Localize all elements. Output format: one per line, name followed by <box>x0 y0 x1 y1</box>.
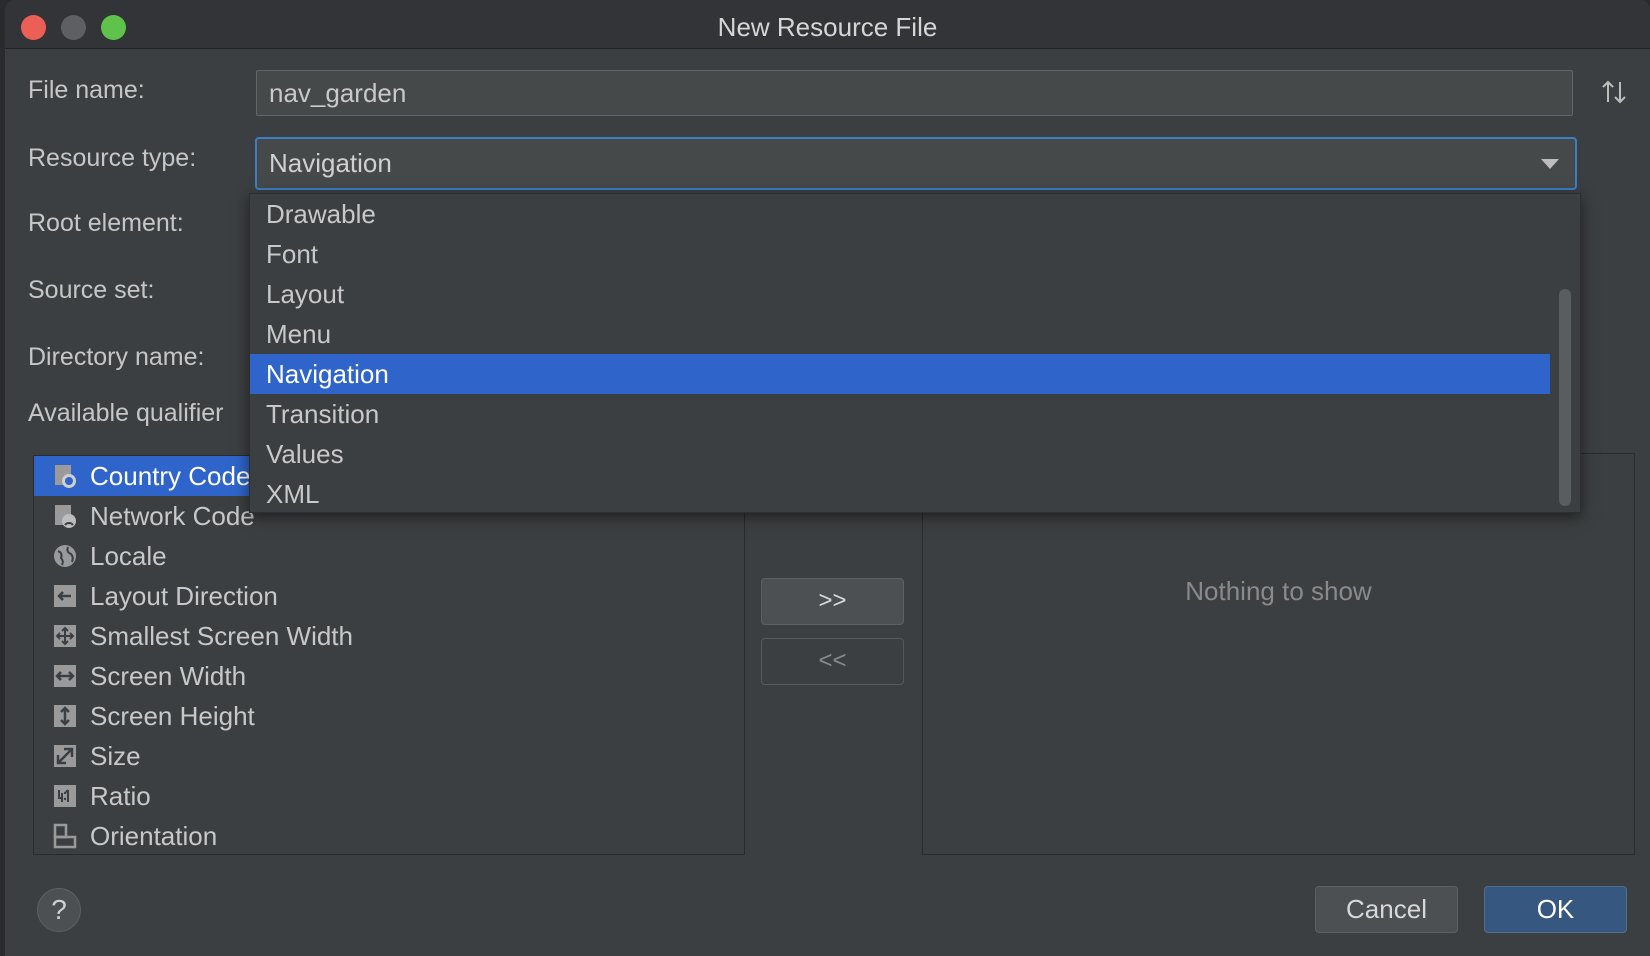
file-name-label: File name: <box>28 76 145 104</box>
dropdown-option[interactable]: Menu <box>250 314 1550 354</box>
globe-icon <box>54 545 76 567</box>
ratio-icon <box>54 785 76 807</box>
available-qualifiers-list[interactable]: Country Code Network Code Locale Layout … <box>33 455 745 855</box>
size-icon <box>54 745 76 767</box>
dropdown-option[interactable]: Layout <box>250 274 1550 314</box>
network-code-icon <box>55 505 76 528</box>
resource-type-dropdown-list[interactable]: Drawable Font Layout Menu Navigation Tra… <box>249 193 1581 513</box>
root-element-label: Root element: <box>28 209 184 237</box>
dropdown-option[interactable]: Font <box>250 234 1550 274</box>
empty-state-text: Nothing to show <box>1185 576 1372 606</box>
list-item[interactable]: Screen Width <box>34 656 744 696</box>
title-bar: New Resource File <box>5 0 1650 49</box>
resource-type-combobox[interactable]: Navigation <box>255 137 1577 190</box>
list-item[interactable]: Locale <box>34 536 744 576</box>
list-item[interactable]: Screen Height <box>34 696 744 736</box>
resource-type-value: Navigation <box>269 148 392 178</box>
orientation-icon <box>53 823 77 849</box>
source-set-label: Source set: <box>28 276 155 304</box>
dropdown-option[interactable]: Drawable <box>250 194 1550 234</box>
dropdown-scrollbar[interactable] <box>1559 289 1571 506</box>
dropdown-option-selected[interactable]: Navigation <box>250 354 1550 394</box>
resource-type-label: Resource type: <box>28 144 197 172</box>
list-item[interactable]: Layout Direction <box>34 576 744 616</box>
add-qualifier-button[interactable]: >> <box>761 578 904 625</box>
screen-height-icon <box>54 705 76 727</box>
list-item[interactable]: Size <box>34 736 744 776</box>
list-item[interactable]: Ratio <box>34 776 744 816</box>
country-code-icon <box>55 465 76 488</box>
dropdown-option[interactable]: Transition <box>250 394 1550 434</box>
sort-icon[interactable] <box>1600 78 1628 106</box>
directory-name-label: Directory name: <box>28 343 205 371</box>
list-item[interactable]: Smallest Screen Width <box>34 616 744 656</box>
list-item[interactable]: Orientation <box>34 816 744 854</box>
window-title: New Resource File <box>717 12 938 42</box>
chevron-down-icon[interactable] <box>1541 159 1559 169</box>
help-button[interactable]: ? <box>37 888 81 932</box>
available-qualifiers-label: Available qualifier <box>28 399 224 427</box>
cancel-button[interactable]: Cancel <box>1315 886 1458 933</box>
remove-qualifier-button[interactable]: << <box>761 638 904 685</box>
file-name-input[interactable]: nav_garden <box>256 70 1573 116</box>
dropdown-option[interactable]: Values <box>250 434 1550 474</box>
smallest-screen-width-icon <box>54 625 76 647</box>
screen-width-icon <box>54 665 76 687</box>
new-resource-file-dialog: New Resource File File name: nav_garden … <box>5 0 1650 956</box>
ok-button[interactable]: OK <box>1484 886 1627 933</box>
layout-direction-icon <box>54 585 76 607</box>
dropdown-option[interactable]: XML <box>250 474 1550 514</box>
